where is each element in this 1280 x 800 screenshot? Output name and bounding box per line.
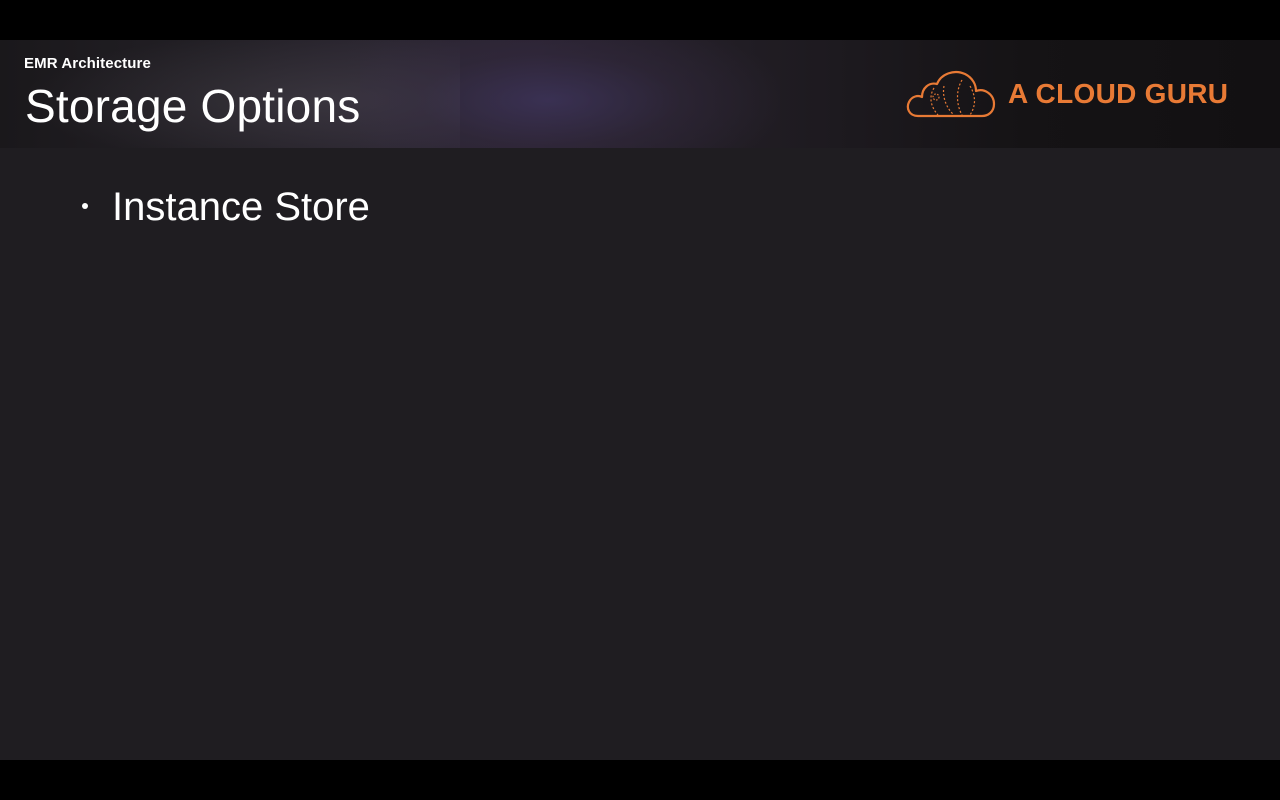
letterbox-bottom — [0, 760, 1280, 800]
bullet-text: Instance Store — [112, 185, 370, 229]
slide-content: Instance Store — [80, 180, 1200, 236]
slide-title: Storage Options — [25, 80, 361, 132]
section-label: EMR Architecture — [24, 55, 151, 72]
header-background-photo-overlay — [360, 40, 780, 148]
bullet-dot-icon — [82, 203, 88, 209]
brand-logo: A CLOUD GURU — [904, 66, 1244, 124]
slide: EMR Architecture Storage Options A CLOUD… — [0, 40, 1280, 760]
cloud-logo-icon — [906, 70, 996, 118]
brand-logo-text: A CLOUD GURU — [1008, 78, 1229, 109]
slide-header: EMR Architecture Storage Options A CLOUD… — [0, 40, 1280, 148]
letterbox-top — [0, 0, 1280, 40]
bullet-item: Instance Store — [80, 180, 1200, 236]
